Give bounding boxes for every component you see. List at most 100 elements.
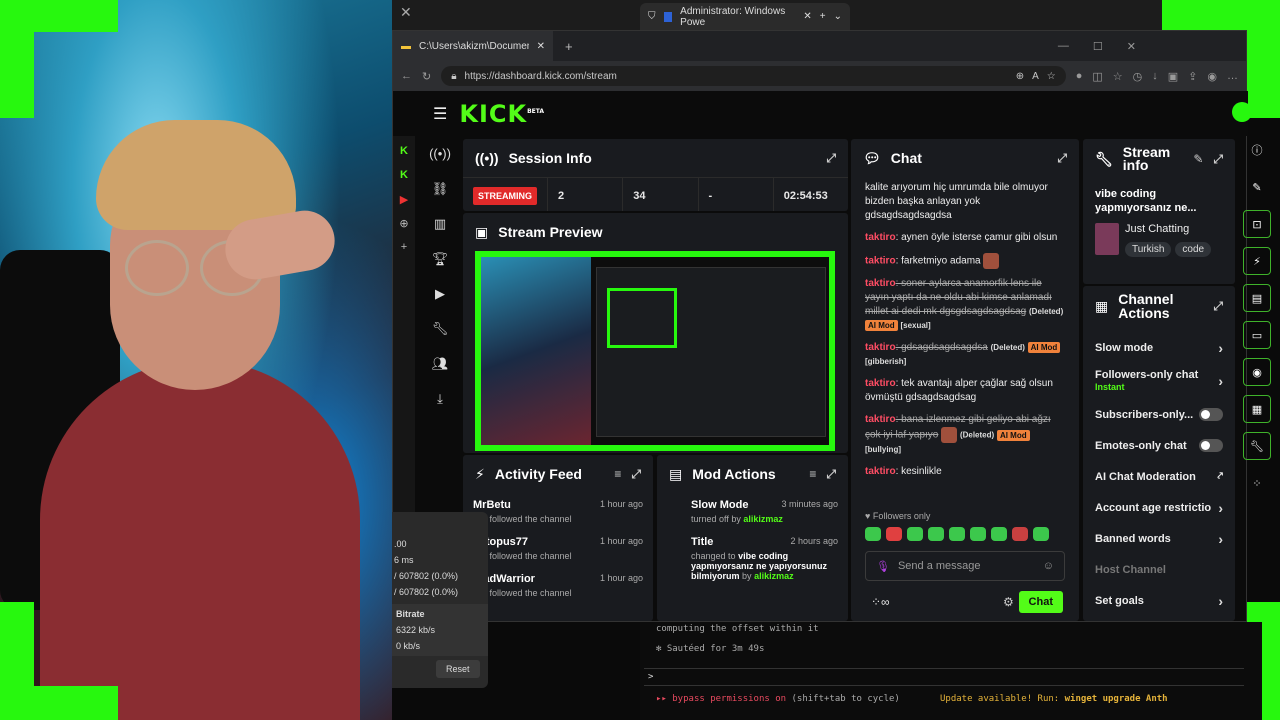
edit-icon[interactable]: ✎	[1243, 173, 1271, 201]
download-icon[interactable]: ↓	[1152, 70, 1158, 82]
refresh-icon[interactable]: ↻	[422, 70, 431, 83]
emote-icon[interactable]	[928, 527, 944, 541]
chat-username[interactable]: taktiro	[865, 342, 896, 353]
emote-icon[interactable]	[886, 527, 902, 541]
emoji-icon[interactable]: ☺	[1043, 560, 1054, 572]
list-icon[interactable]: ▦	[1243, 395, 1271, 423]
terminal-input[interactable]: >	[644, 668, 1244, 686]
split-icon[interactable]: ◫	[1092, 70, 1102, 83]
favorite-icon[interactable]: ☆	[1047, 71, 1056, 82]
hamburger-icon[interactable]: ☰	[433, 104, 447, 124]
avatar[interactable]: ◉	[1207, 70, 1217, 83]
chat-username[interactable]: taktiro	[865, 232, 896, 243]
chat-username[interactable]: taktiro	[865, 414, 896, 425]
emote-icon[interactable]	[1012, 527, 1028, 541]
close-icon[interactable]: ✕	[400, 4, 412, 21]
moderator-name[interactable]: alikizmaz	[754, 571, 794, 581]
action-set-goals[interactable]: Set goals ›	[1083, 585, 1235, 616]
chat-username[interactable]: taktiro	[865, 378, 896, 389]
clip-icon[interactable]: ⊡	[1243, 210, 1271, 238]
popout-icon[interactable]: ⤢	[1057, 151, 1067, 166]
action-subscribers-only[interactable]: Subscribers-only...	[1083, 399, 1235, 430]
toggle-switch[interactable]	[1199, 408, 1223, 421]
tag-pill[interactable]: Turkish	[1125, 242, 1172, 257]
category-thumbnail[interactable]	[1095, 223, 1119, 255]
popout-icon[interactable]: ⤢	[826, 151, 836, 166]
close-tab-icon[interactable]: ✕	[537, 41, 545, 52]
mic-icon[interactable]: 🎙︎	[876, 560, 890, 573]
add-icon[interactable]: +	[393, 235, 415, 259]
menu-icon[interactable]: …	[1227, 70, 1238, 82]
address-bar[interactable]: 🔒︎ https://dashboard.kick.com/stream ⊕ A…	[441, 66, 1066, 86]
broadcast-icon[interactable]: ◉	[1243, 358, 1271, 386]
close-tab-icon[interactable]: ✕	[803, 11, 811, 22]
send-chat-button[interactable]: Chat	[1018, 591, 1063, 613]
share-icon[interactable]: ⇪	[1188, 70, 1197, 83]
category-name[interactable]: Just Chatting	[1125, 223, 1215, 235]
info-icon[interactable]: ⓘ	[1243, 136, 1271, 164]
popout-icon[interactable]: ⤢	[631, 467, 641, 482]
emote-icon[interactable]	[970, 527, 986, 541]
action-emotes-only[interactable]: Emotes-only chat	[1083, 430, 1235, 461]
kick-logo[interactable]: KICKBETA	[459, 100, 544, 128]
lightning-icon[interactable]: ⚡	[1243, 247, 1271, 275]
chat-username[interactable]: taktiro	[865, 256, 896, 267]
extension-icon[interactable]: ●	[1076, 70, 1083, 82]
popout-icon[interactable]: ⤢	[1213, 152, 1223, 167]
video-icon[interactable]: ▶	[425, 276, 455, 311]
stream-icon[interactable]: ((•))	[425, 136, 455, 171]
reset-button[interactable]: Reset	[436, 660, 480, 678]
analytics-icon[interactable]: ▥	[425, 206, 455, 241]
edit-icon[interactable]: ✎	[1193, 152, 1203, 166]
filter-icon[interactable]: ≡	[809, 467, 816, 481]
action-ai-moderation[interactable]: AI Chat Moderation ⤤	[1083, 461, 1235, 492]
action-followers-only[interactable]: Followers-only chat Instant ›	[1083, 363, 1235, 399]
history-icon[interactable]: ◷	[1133, 70, 1143, 83]
tag-pill[interactable]: code	[1175, 242, 1212, 257]
chevron-down-icon[interactable]: ⌄	[834, 11, 842, 22]
kick-coins-icon[interactable]: ⁘∞	[871, 595, 890, 609]
emote-icon[interactable]	[865, 527, 881, 541]
chat-input[interactable]: 🎙︎ Send a message ☺	[865, 551, 1065, 581]
back-icon[interactable]: ←	[401, 70, 412, 82]
wrench-icon[interactable]: 🔧︎	[1243, 432, 1271, 460]
document-icon[interactable]: ▤	[1243, 284, 1271, 312]
chat-icon[interactable]: ▭	[1243, 321, 1271, 349]
close-window-icon[interactable]: ✕	[1127, 40, 1136, 53]
collections-icon[interactable]: ▣	[1168, 70, 1178, 83]
maximize-icon[interactable]: ☐	[1093, 40, 1103, 53]
youtube-icon[interactable]: ▶	[393, 187, 415, 211]
upload-icon[interactable]: ⤓	[425, 381, 455, 416]
popout-icon[interactable]: ⤢	[1213, 299, 1223, 314]
favorites-icon[interactable]: ☆	[1113, 70, 1123, 83]
terminal-window-tab[interactable]: ⛉ Administrator: Windows Powe ✕ + ⌄	[640, 3, 850, 30]
read-aloud-icon[interactable]: A	[1032, 71, 1039, 82]
emote-icon[interactable]	[949, 527, 965, 541]
link-icon[interactable]: ⛓	[425, 171, 455, 206]
emote-icon[interactable]	[907, 527, 923, 541]
wrench-icon[interactable]: 🔧︎	[425, 311, 455, 346]
action-account-age[interactable]: Account age restrictio ›	[1083, 492, 1235, 523]
browser-tab[interactable]: ▬ C:\Users\akizm\Documents\G ✕	[393, 31, 553, 61]
new-tab-icon[interactable]: +	[820, 11, 826, 22]
chat-username[interactable]: taktiro	[865, 466, 896, 477]
gear-icon[interactable]: ⚙	[1003, 595, 1014, 609]
stream-preview-video[interactable]	[475, 251, 835, 451]
minimize-icon[interactable]: —	[1058, 40, 1069, 52]
kick-icon[interactable]: K	[393, 139, 415, 163]
chat-username[interactable]: taktiro	[865, 278, 896, 289]
popout-icon[interactable]: ⤢	[826, 467, 836, 482]
kick-coins-icon[interactable]: ⁘	[1243, 469, 1271, 497]
filter-icon[interactable]: ≡	[614, 467, 621, 481]
new-tab-icon[interactable]: +	[565, 39, 573, 54]
trophy-icon[interactable]: 🏆︎	[425, 241, 455, 276]
action-slow-mode[interactable]: Slow mode ›	[1083, 332, 1235, 363]
moderator-name[interactable]: alikizmaz	[743, 514, 783, 524]
toggle-switch[interactable]	[1199, 439, 1223, 452]
globe-icon[interactable]: ⊕	[393, 211, 415, 235]
users-icon[interactable]: 👥︎	[425, 346, 455, 381]
kick-icon[interactable]: K	[393, 163, 415, 187]
emote-icon[interactable]	[991, 527, 1007, 541]
zoom-icon[interactable]: ⊕	[1016, 71, 1024, 82]
emote-icon[interactable]	[1033, 527, 1049, 541]
